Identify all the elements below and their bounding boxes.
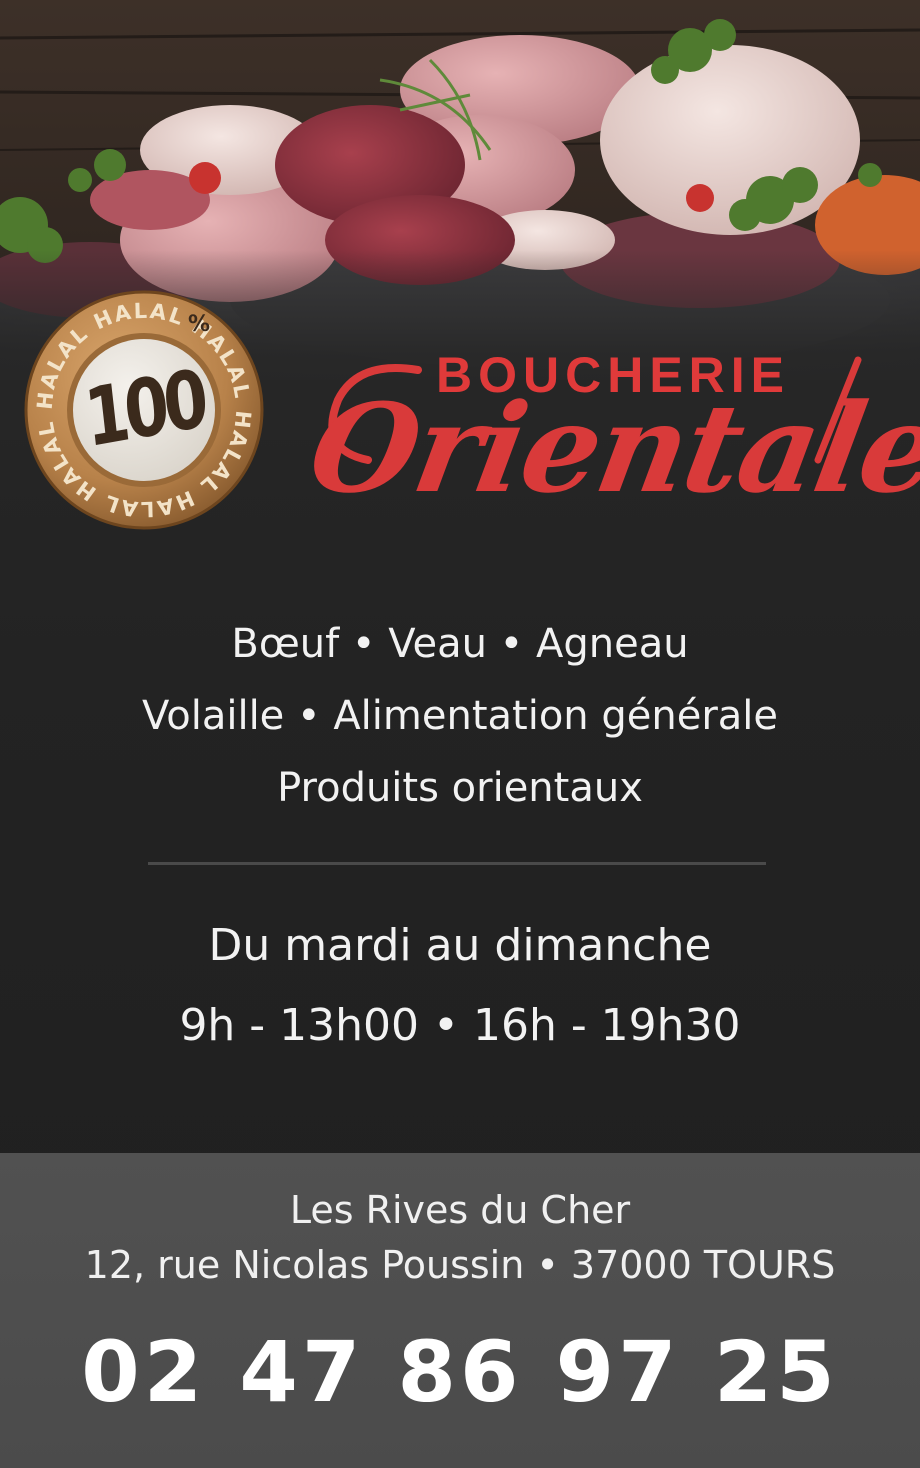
divider	[148, 862, 766, 865]
opening-times: 9h - 13h00 • 16h - 19h30	[179, 1000, 741, 1051]
badge-percent: %	[188, 312, 211, 337]
halal-badge: HALAL HALAL HALAL HALAL HALAL HALAL HALA…	[22, 288, 266, 532]
badge-number: 100	[80, 353, 208, 467]
logo-orientale: Orientale	[300, 376, 920, 520]
business-card: HALAL HALAL HALAL HALAL HALAL HALAL HALA…	[0, 0, 920, 1468]
address-line-2: 12, rue Nicolas Poussin • 37000 TOURS	[84, 1243, 836, 1287]
products-line-1: Bœuf • Veau • Agneau	[231, 621, 689, 667]
phone-number: 02 47 86 97 25	[81, 1323, 839, 1421]
opening-days: Du mardi au dimanche	[208, 920, 712, 971]
badge-center: 100	[76, 342, 212, 478]
contact-footer: Les Rives du Cher 12, rue Nicolas Poussi…	[0, 1153, 920, 1468]
address-line-1: Les Rives du Cher	[289, 1188, 631, 1232]
products-line-2: Volaille • Alimentation générale	[141, 693, 778, 739]
products-line-3: Produits orientaux	[277, 765, 643, 811]
